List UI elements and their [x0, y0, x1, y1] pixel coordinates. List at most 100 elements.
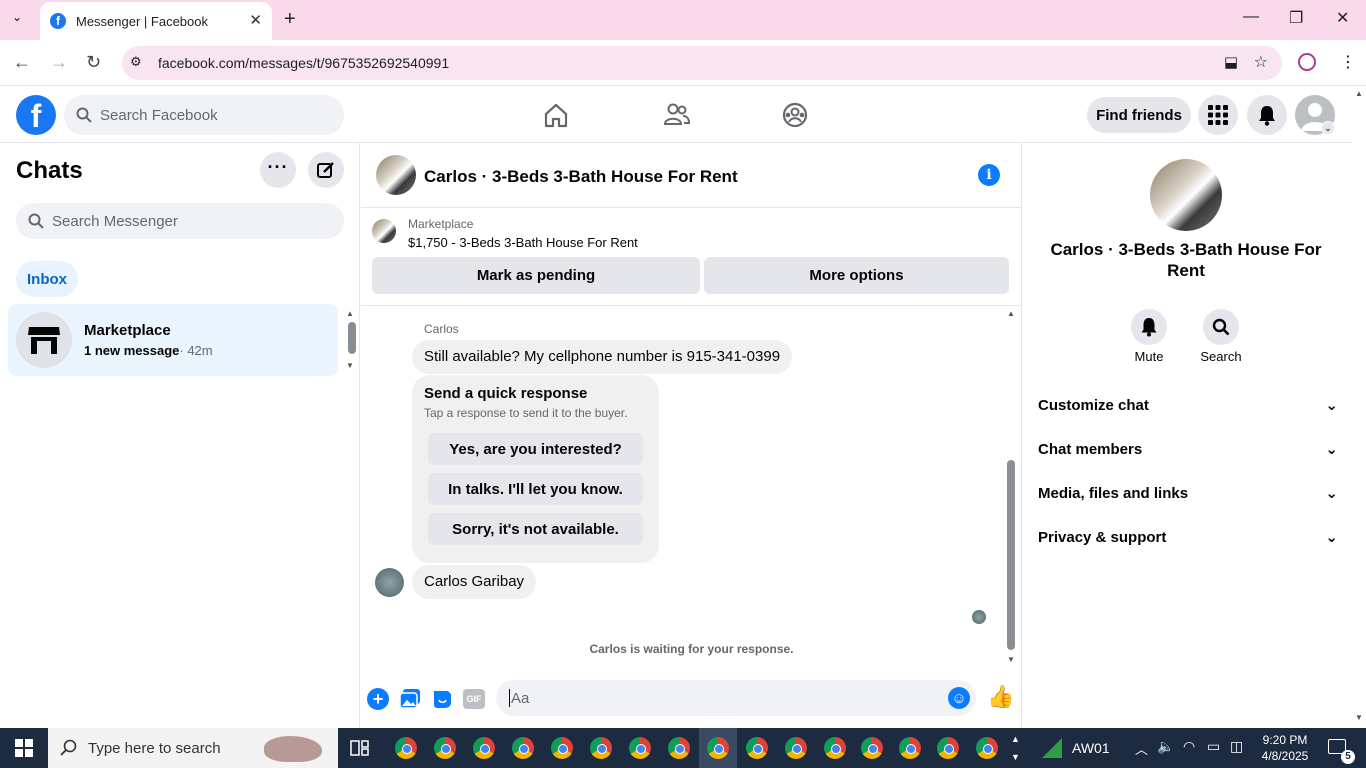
listing-price-title[interactable]: $1,750 - 3-Beds 3-Bath House For Rent: [408, 235, 638, 250]
info-icon[interactable]: i: [978, 164, 1000, 186]
taskbar-search-box[interactable]: Type here to search: [48, 728, 338, 768]
stock-chart-icon[interactable]: [1041, 737, 1063, 759]
panel-listing-avatar[interactable]: [1150, 159, 1222, 231]
sidebar-scrollbar-thumb[interactable]: [348, 322, 356, 354]
media-files-links-row[interactable]: Media, files and links ⌄: [1038, 471, 1338, 515]
plus-icon[interactable]: +: [367, 688, 389, 710]
scroll-up-arrow-icon[interactable]: ▲: [1007, 309, 1015, 318]
more-options-button[interactable]: More options: [704, 257, 1009, 294]
chrome-app-icon[interactable]: [551, 737, 573, 759]
new-tab-button[interactable]: +: [284, 8, 296, 31]
close-window-button[interactable]: ✕: [1336, 8, 1349, 28]
messenger-search-input[interactable]: Search Messenger: [16, 203, 344, 239]
mute-label: Mute: [1134, 349, 1164, 364]
page-scrollbar[interactable]: ▲ ▼: [1352, 87, 1366, 728]
chrome-app-icon[interactable]: [395, 737, 417, 759]
account-chevron-icon: ⌄: [1321, 121, 1335, 135]
chat-members-row[interactable]: Chat members ⌄: [1038, 427, 1338, 471]
scroll-up-arrow-icon[interactable]: ▲: [346, 309, 354, 318]
scroll-up-arrow-icon[interactable]: ▲: [1355, 89, 1363, 98]
menu-grid-button[interactable]: [1198, 95, 1238, 135]
browser-menu-icon[interactable]: ⋮: [1340, 52, 1356, 72]
customize-chat-row[interactable]: Customize chat ⌄: [1038, 383, 1338, 427]
minimize-button[interactable]: —: [1243, 8, 1259, 26]
scroll-down-arrow-icon[interactable]: ▼: [1007, 655, 1015, 664]
chrome-app-icon[interactable]: [785, 737, 807, 759]
chrome-app-icon[interactable]: [976, 737, 998, 759]
scroll-down-arrow-icon[interactable]: ▼: [346, 361, 354, 370]
browser-tab[interactable]: f Messenger | Facebook ✕: [40, 2, 272, 40]
home-icon[interactable]: [538, 97, 574, 133]
camera-icon[interactable]: ◫: [1230, 738, 1243, 755]
message-sender-name: Carlos: [424, 322, 459, 336]
thumbs-up-icon[interactable]: 👍: [987, 684, 1014, 710]
windows-start-icon[interactable]: [15, 739, 33, 757]
gif-button[interactable]: GIF: [463, 689, 485, 709]
account-avatar[interactable]: ⌄: [1295, 95, 1335, 135]
message-input[interactable]: Aa ☺: [496, 680, 976, 716]
tab-close-icon[interactable]: ✕: [249, 11, 262, 29]
friends-icon[interactable]: [658, 97, 694, 133]
tab-list-dropdown-icon[interactable]: ⌄: [12, 10, 22, 24]
forward-icon[interactable]: →: [50, 52, 68, 73]
chrome-app-icon[interactable]: [824, 737, 846, 759]
listing-thumbnail[interactable]: [372, 219, 396, 243]
quick-response-card: Send a quick response Tap a response to …: [412, 375, 659, 563]
mark-as-pending-button[interactable]: Mark as pending: [372, 257, 700, 294]
quick-response-option[interactable]: Yes, are you interested?: [428, 433, 643, 465]
chat-title[interactable]: Carlos · 3-Beds 3-Bath House For Rent: [424, 167, 738, 187]
quick-response-option[interactable]: Sorry, it's not available.: [428, 513, 643, 545]
clock-time[interactable]: 9:20 PM: [1257, 733, 1313, 747]
taskbar-overflow-arrows-icon[interactable]: ▲ ▼: [1011, 730, 1020, 766]
show-hidden-icons-icon[interactable]: ︿: [1135, 739, 1148, 758]
profile-icon[interactable]: [1298, 53, 1316, 71]
wifi-icon[interactable]: ◠: [1183, 738, 1195, 755]
emoji-icon[interactable]: ☺: [948, 687, 970, 709]
chrome-app-icon[interactable]: [434, 737, 456, 759]
install-app-icon[interactable]: ⬓: [1224, 53, 1238, 71]
chats-options-button[interactable]: ···: [260, 152, 296, 188]
task-view-icon[interactable]: [350, 738, 370, 758]
privacy-support-row[interactable]: Privacy & support ⌄: [1038, 515, 1338, 559]
inbox-filter-tab[interactable]: Inbox: [16, 261, 78, 297]
quick-response-option[interactable]: In talks. I'll let you know.: [428, 473, 643, 505]
speaker-icon[interactable]: 🔈: [1157, 738, 1174, 755]
chrome-app-icon[interactable]: [746, 737, 768, 759]
search-in-conversation-button[interactable]: [1203, 309, 1239, 345]
new-message-button[interactable]: [308, 152, 344, 188]
message-bubble[interactable]: Still available? My cellphone number is …: [412, 340, 793, 374]
chrome-app-icon[interactable]: [668, 737, 690, 759]
scroll-down-arrow-icon[interactable]: ▼: [1355, 713, 1363, 722]
find-friends-button[interactable]: Find friends: [1087, 97, 1191, 133]
chrome-app-icon[interactable]: [861, 737, 883, 759]
thread-scrollbar-thumb[interactable]: [1007, 460, 1015, 650]
chrome-app-icon[interactable]: [937, 737, 959, 759]
facebook-search-input[interactable]: Search Facebook: [64, 95, 344, 135]
bookmark-star-icon[interactable]: ☆: [1254, 52, 1268, 72]
chrome-app-icon[interactable]: [899, 737, 921, 759]
reload-icon[interactable]: ↻: [86, 52, 101, 73]
back-icon[interactable]: ←: [13, 52, 31, 73]
mute-button[interactable]: [1131, 309, 1167, 345]
sender-avatar[interactable]: [375, 568, 404, 597]
chrome-app-icon[interactable]: [512, 737, 534, 759]
clock-date[interactable]: 4/8/2025: [1257, 749, 1313, 763]
battery-icon[interactable]: ▭: [1207, 738, 1220, 755]
chrome-app-icon[interactable]: [707, 737, 729, 759]
groups-icon[interactable]: [777, 97, 813, 133]
chrome-app-icon[interactable]: [473, 737, 495, 759]
facebook-logo-icon[interactable]: f: [16, 95, 56, 135]
listing-avatar[interactable]: [376, 155, 416, 195]
photo-icon[interactable]: [399, 688, 421, 710]
sticker-icon[interactable]: [431, 688, 453, 710]
notifications-button[interactable]: [1247, 95, 1287, 135]
grid-icon: [1208, 105, 1228, 125]
conversation-item-marketplace[interactable]: Marketplace 1 new message· 42m: [8, 304, 338, 376]
restore-button[interactable]: ❐: [1289, 8, 1303, 28]
chrome-app-icon[interactable]: [590, 737, 612, 759]
chrome-app-icon[interactable]: [629, 737, 651, 759]
url-bar[interactable]: ⚙ facebook.com/messages/t/96753526925409…: [122, 46, 1282, 80]
chevron-down-icon: ⌄: [1325, 529, 1338, 546]
site-info-icon[interactable]: ⚙: [130, 54, 142, 70]
message-bubble[interactable]: Carlos Garibay: [412, 565, 537, 599]
